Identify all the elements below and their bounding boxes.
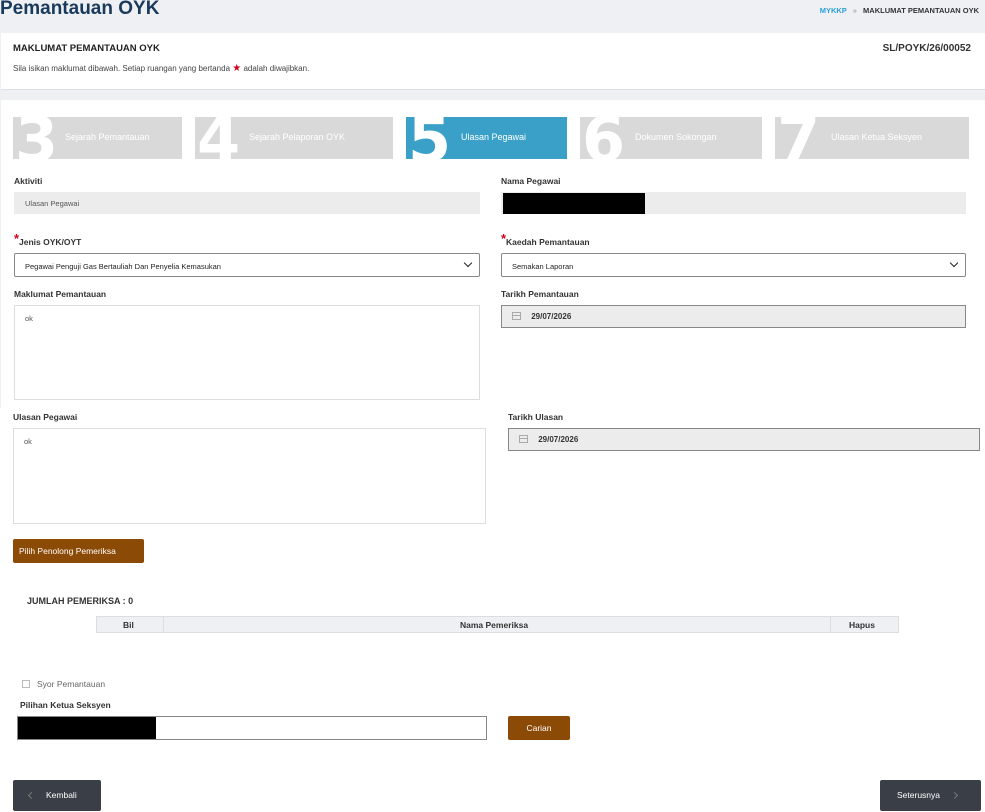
required-star-icon: ★ bbox=[232, 63, 242, 74]
kaedah-select-value: Semakan Laporan bbox=[512, 262, 574, 271]
ulasan-textarea[interactable]: ok bbox=[13, 428, 486, 524]
step-number: 4 bbox=[197, 117, 241, 159]
chevron-down-icon bbox=[463, 258, 473, 268]
col-hapus: Hapus bbox=[849, 620, 875, 630]
kaedah-label-text: Kaedah Pemantauan bbox=[506, 237, 590, 247]
breadcrumb: MYKKP » MAKLUMAT PEMANTAUAN OYK bbox=[820, 6, 979, 15]
nama-pegawai-label: Nama Pegawai bbox=[501, 176, 561, 186]
step-label: Sejarah Pelaporan OYK bbox=[249, 132, 346, 142]
ulasan-label: Ulasan Pegawai bbox=[13, 412, 78, 422]
col-nama-pemeriksa: Nama Pemeriksa bbox=[460, 620, 529, 630]
maklumat-textarea[interactable]: ok bbox=[14, 305, 480, 400]
step-ulasan-pegawai[interactable]: 5 Ulasan Pegawai bbox=[406, 117, 567, 159]
redacted-name bbox=[503, 193, 645, 214]
wizard-steps: 3 Sejarah Pemantauan 4 Sejarah Pelaporan… bbox=[13, 117, 969, 159]
pilih-penolong-button[interactable]: Pilih Penolong Pemeriksa bbox=[13, 539, 144, 563]
maklumat-label: Maklumat Pemantauan bbox=[14, 289, 107, 299]
tarikh-pemantauan-field[interactable]: 29/07/2026 bbox=[501, 305, 966, 328]
tarikh-pemantauan-value: 29/07/2026 bbox=[531, 312, 572, 321]
required-note: Sila isikan maklumat dibawah. Setiap rua… bbox=[13, 63, 309, 74]
kembali-button[interactable]: Kembali bbox=[13, 780, 101, 811]
syor-label: Syor Pemantauan bbox=[37, 679, 106, 689]
chevron-down-icon bbox=[949, 258, 959, 268]
col-divider bbox=[830, 617, 831, 632]
tarikh-pemantauan-label: Tarikh Pemantauan bbox=[501, 289, 579, 299]
step-label: Dokumen Sokongan bbox=[635, 132, 717, 142]
step-number: 5 bbox=[408, 117, 452, 159]
col-bil: Bil bbox=[123, 620, 134, 630]
reference-number: SL/POYK/26/00052 bbox=[882, 43, 971, 54]
breadcrumb-home-link[interactable]: MYKKP bbox=[820, 6, 847, 15]
carian-button[interactable]: Carian bbox=[508, 716, 570, 740]
syor-checkbox[interactable] bbox=[22, 680, 30, 688]
form-title: MAKLUMAT PEMANTAUAN OYK bbox=[13, 43, 160, 54]
seterusnya-button[interactable]: Seterusnya bbox=[880, 780, 981, 811]
aktiviti-label: Aktiviti bbox=[14, 176, 43, 186]
jenis-select[interactable]: Pegawai Penguji Gas Bertauliah Dan Penye… bbox=[14, 253, 480, 277]
required-note-text-end: adalah diwajibkan. bbox=[243, 64, 310, 73]
jenis-label-text: Jenis OYK/OYT bbox=[19, 237, 82, 247]
kaedah-label: * Kaedah Pemantauan bbox=[501, 231, 590, 247]
required-note-text: Sila isikan maklumat dibawah. Setiap rua… bbox=[13, 64, 231, 73]
kaedah-select[interactable]: Semakan Laporan bbox=[501, 253, 966, 277]
kembali-label: Kembali bbox=[46, 790, 77, 800]
calendar-icon bbox=[512, 312, 521, 320]
calendar-icon bbox=[519, 435, 528, 443]
chevron-left-icon bbox=[27, 791, 36, 800]
step-dokumen-sokongan[interactable]: 6 Dokumen Sokongan bbox=[580, 117, 762, 159]
breadcrumb-separator: » bbox=[852, 6, 857, 15]
step-sejarah-pemantauan[interactable]: 3 Sejarah Pemantauan bbox=[13, 117, 182, 159]
seterusnya-label: Seterusnya bbox=[897, 790, 940, 800]
tarikh-ulasan-value: 29/07/2026 bbox=[538, 435, 579, 444]
jenis-select-value: Pegawai Penguji Gas Bertauliah Dan Penye… bbox=[25, 262, 221, 271]
step-number: 7 bbox=[777, 117, 821, 159]
chevron-right-icon bbox=[950, 791, 959, 800]
step-label: Ulasan Ketua Seksyen bbox=[831, 132, 923, 142]
step-number: 3 bbox=[15, 117, 59, 159]
step-sejarah-pelaporan[interactable]: 4 Sejarah Pelaporan OYK bbox=[195, 117, 393, 159]
col-divider bbox=[163, 617, 164, 632]
redacted-name bbox=[18, 717, 156, 739]
form-header-card: MAKLUMAT PEMANTAUAN OYK SL/POYK/26/00052… bbox=[1, 33, 985, 90]
tarikh-ulasan-label: Tarikh Ulasan bbox=[508, 412, 564, 422]
step-label: Sejarah Pemantauan bbox=[65, 132, 150, 142]
jenis-label: * Jenis OYK/OYT bbox=[14, 231, 82, 247]
required-asterisk-icon: * bbox=[501, 231, 507, 246]
breadcrumb-current: MAKLUMAT PEMANTAUAN OYK bbox=[863, 6, 979, 15]
page-title: Pemantauan OYK bbox=[0, 0, 160, 19]
step-ulasan-ketua[interactable]: 7 Ulasan Ketua Seksyen bbox=[775, 117, 969, 159]
step-label: Ulasan Pegawai bbox=[461, 132, 527, 142]
jumlah-pemeriksa-label: JUMLAH PEMERIKSA : 0 bbox=[27, 596, 134, 606]
step-number: 6 bbox=[582, 117, 626, 159]
required-asterisk-icon: * bbox=[14, 231, 20, 246]
ketua-seksyen-label: Pilihan Ketua Seksyen bbox=[20, 700, 111, 710]
aktiviti-field: Ulasan Pegawai bbox=[14, 192, 480, 214]
tarikh-ulasan-field[interactable]: 29/07/2026 bbox=[508, 428, 980, 451]
pemeriksa-table-header: Bil Nama Pemeriksa Hapus bbox=[96, 616, 899, 633]
